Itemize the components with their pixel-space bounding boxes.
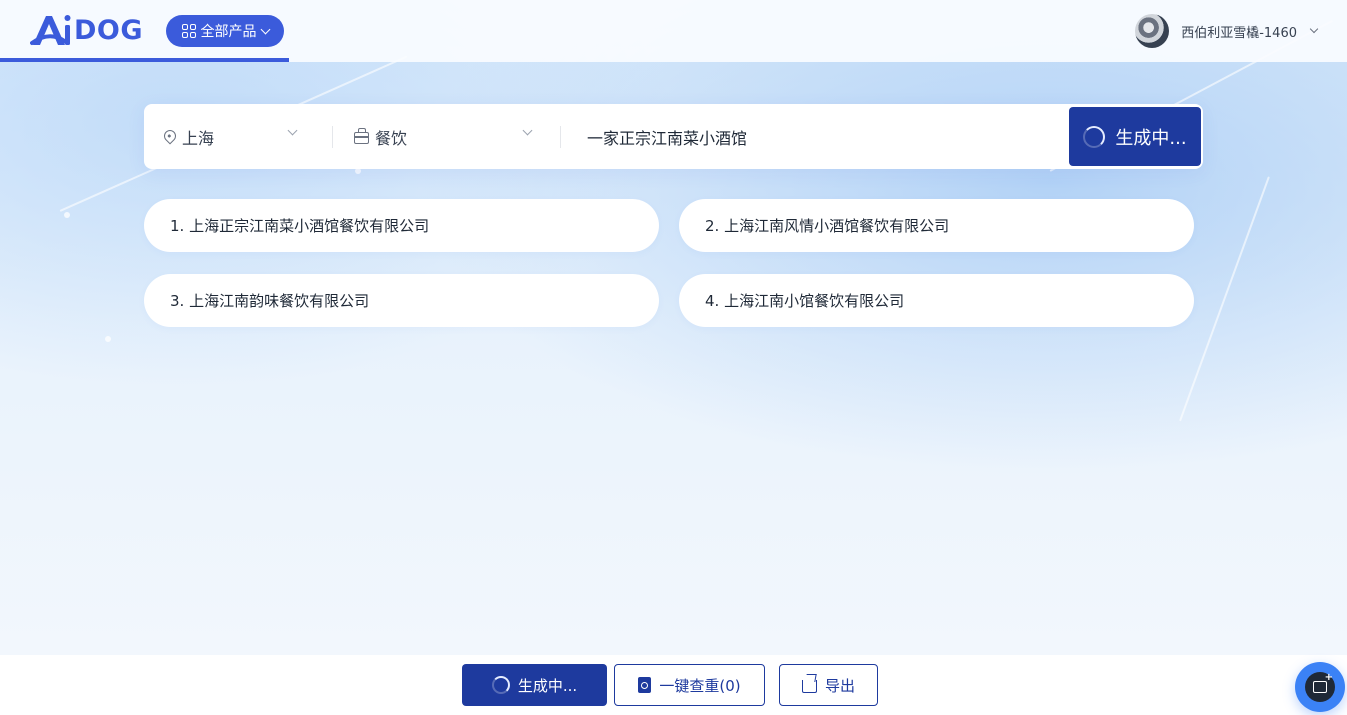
logo-text: DOG: [74, 14, 144, 46]
share-export-icon: [801, 680, 817, 693]
loading-spinner-icon: [491, 676, 510, 694]
top-header: DOG 全部产品 西伯利亚雪橇-1460: [0, 0, 1347, 62]
result-item-label: 2. 上海江南风情小酒馆餐饮有限公司: [705, 217, 950, 235]
chevron-down-icon: [287, 125, 298, 136]
result-item-label: 4. 上海江南小馆餐饮有限公司: [705, 292, 905, 310]
industry-select[interactable]: 餐饮: [354, 104, 544, 169]
divider: [560, 126, 561, 148]
all-products-label: 全部产品: [200, 24, 257, 40]
footer-generate-label: 生成中...: [517, 676, 578, 695]
result-item[interactable]: 2. 上海江南风情小酒馆餐饮有限公司: [679, 199, 1194, 252]
user-name: 西伯利亚雪橇-1460: [1181, 25, 1297, 41]
result-item[interactable]: 4. 上海江南小馆餐饮有限公司: [679, 274, 1194, 327]
location-pin-icon: [161, 127, 179, 144]
chevron-down-icon: [522, 125, 533, 136]
generate-button[interactable]: 生成中...: [1069, 107, 1201, 166]
search-bar: 上海 餐饮 一家正宗江南菜小酒馆 生成中...: [144, 104, 1203, 169]
export-button[interactable]: 导出: [779, 664, 878, 706]
export-label: 导出: [824, 676, 855, 695]
user-menu[interactable]: 西伯利亚雪橇-1460: [1135, 14, 1319, 48]
duplicate-check-label: 一键查重(0): [659, 676, 741, 695]
floating-action-inner: [1305, 672, 1335, 702]
city-select[interactable]: 上海: [161, 104, 320, 169]
description-input[interactable]: 一家正宗江南菜小酒馆: [587, 104, 1057, 169]
avatar[interactable]: [1135, 14, 1170, 48]
divider: [332, 126, 333, 148]
chevron-down-icon: [260, 24, 270, 34]
generate-button-label: 生成中...: [1115, 127, 1187, 149]
city-select-value: 上海: [182, 128, 215, 148]
result-item-label: 1. 上海正宗江南菜小酒馆餐饮有限公司: [170, 217, 430, 235]
chevron-down-icon: [1309, 24, 1319, 34]
background-dot: [64, 212, 70, 218]
add-image-icon: [1313, 673, 1333, 693]
document-search-icon: [638, 677, 652, 693]
loading-spinner-icon: [1083, 125, 1106, 148]
result-item-label: 3. 上海江南韵味餐饮有限公司: [170, 292, 370, 310]
result-item[interactable]: 3. 上海江南韵味餐饮有限公司: [144, 274, 659, 327]
description-input-value: 一家正宗江南菜小酒馆: [587, 128, 748, 148]
floating-action-button[interactable]: [1295, 662, 1345, 712]
all-products-button[interactable]: 全部产品: [166, 15, 284, 47]
duplicate-check-button[interactable]: 一键查重(0): [614, 664, 765, 706]
footer-generate-button[interactable]: 生成中...: [462, 664, 607, 706]
aidog-logo[interactable]: DOG: [30, 12, 143, 48]
header-active-indicator: [0, 58, 289, 62]
industry-select-value: 餐饮: [375, 128, 408, 148]
logo-ai-mark-icon: [30, 15, 71, 45]
briefcase-icon: [354, 128, 369, 144]
apps-grid-icon: [181, 24, 196, 38]
result-item[interactable]: 1. 上海正宗江南菜小酒馆餐饮有限公司: [144, 199, 659, 252]
background-dot: [105, 336, 111, 342]
bottom-action-bar: 生成中... 一键查重(0) 导出: [0, 655, 1347, 715]
